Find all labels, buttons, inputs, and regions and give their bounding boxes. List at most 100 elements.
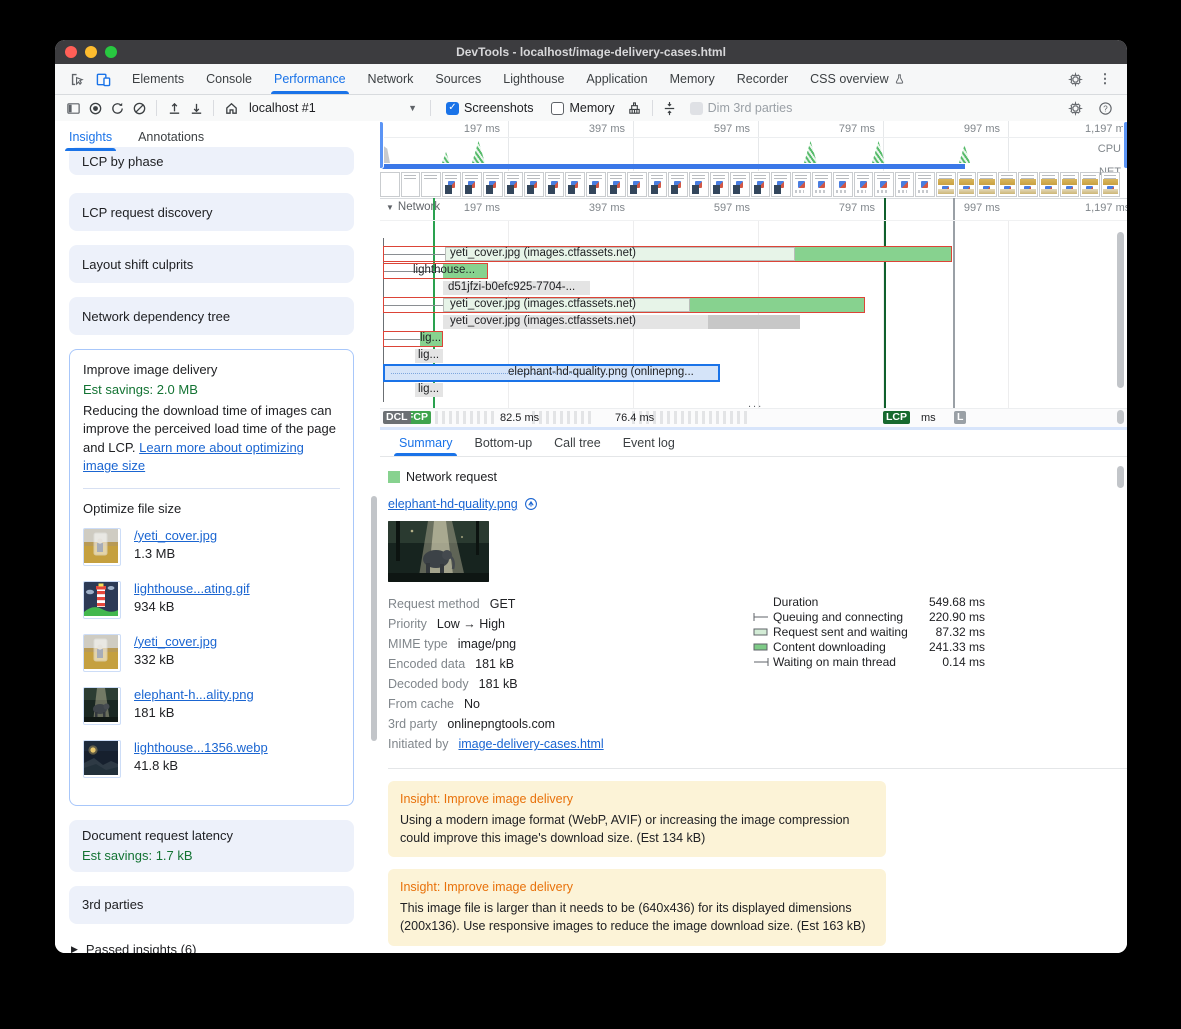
filmstrip-frame[interactable]: [401, 172, 421, 197]
help-icon[interactable]: ?: [1095, 98, 1115, 118]
network-track-title[interactable]: ▼Network: [386, 201, 440, 213]
file-link[interactable]: /yeti_cover.jpg: [134, 528, 217, 543]
record-icon[interactable]: [85, 98, 105, 118]
insight-card-improve-image-delivery[interactable]: Improve image delivery Est savings: 2.0 …: [69, 349, 354, 806]
filmstrip-frame[interactable]: [504, 172, 524, 197]
tab-network[interactable]: Network: [357, 64, 425, 94]
filmstrip-frame[interactable]: [462, 172, 482, 197]
filmstrip-frame[interactable]: [1060, 172, 1080, 197]
file-link[interactable]: elephant-h...ality.png: [134, 687, 254, 702]
filmstrip-frame[interactable]: [421, 172, 441, 197]
summary-scrollbar-thumb[interactable]: [1117, 466, 1124, 488]
dcl-badge[interactable]: DCL: [383, 411, 411, 424]
filmstrip-frame[interactable]: [751, 172, 771, 197]
capture-settings-gear-icon[interactable]: [1065, 98, 1085, 118]
filmstrip-frame[interactable]: [874, 172, 894, 197]
more-rows-indicator[interactable]: ...: [748, 398, 763, 410]
load-profile-icon[interactable]: [164, 98, 184, 118]
filmstrip-frame[interactable]: [586, 172, 606, 197]
collapse-tracks-icon[interactable]: [660, 98, 680, 118]
device-toolbar-icon[interactable]: [93, 69, 113, 89]
network-request-row[interactable]: lig...: [380, 348, 1127, 365]
load-badge[interactable]: L: [954, 411, 966, 424]
insight-card-document-request-latency[interactable]: Document request latency Est savings: 1.…: [69, 820, 354, 872]
settings-gear-icon[interactable]: [1065, 69, 1085, 89]
reload-record-icon[interactable]: [107, 98, 127, 118]
kebab-menu-icon[interactable]: ⋮: [1095, 69, 1115, 89]
timeline-overview[interactable]: 197 ms397 ms597 ms797 ms997 ms1,197 ms C…: [380, 121, 1127, 199]
request-file-link[interactable]: elephant-hd-quality.png: [388, 497, 518, 511]
network-request-row[interactable]: yeti_cover.jpg (images.ctfassets.net): [380, 297, 1127, 314]
tab-insights[interactable]: Insights: [69, 125, 112, 149]
network-request-row[interactable]: yeti_cover.jpg (images.ctfassets.net): [380, 314, 1127, 331]
filmstrip-frame[interactable]: [380, 172, 400, 197]
network-request-row[interactable]: lig...: [380, 382, 1127, 399]
insight-card-lcp-request-discovery[interactable]: LCP request discovery: [69, 193, 354, 231]
clear-icon[interactable]: [129, 98, 149, 118]
filmstrip-frame[interactable]: [442, 172, 462, 197]
filmstrip-frame[interactable]: [833, 172, 853, 197]
screenshots-checkbox[interactable]: ✓ Screenshots: [446, 101, 533, 115]
filmstrip-frame[interactable]: [689, 172, 709, 197]
filmstrip-frame[interactable]: [607, 172, 627, 197]
filmstrip-frame[interactable]: [1039, 172, 1059, 197]
reveal-request-icon[interactable]: [524, 497, 538, 511]
overview-right-handle[interactable]: [1124, 122, 1127, 168]
tab-application[interactable]: Application: [575, 64, 658, 94]
memory-checkbox[interactable]: Memory: [551, 101, 614, 115]
tab-bottom-up[interactable]: Bottom-up: [463, 430, 543, 456]
network-request-row[interactable]: d51jfzi-b0efc925-7704-...: [380, 280, 1127, 297]
filmstrip-frame[interactable]: [1080, 172, 1100, 197]
filmstrip-frame[interactable]: [792, 172, 812, 197]
filmstrip-frame[interactable]: [895, 172, 915, 197]
tab-annotations[interactable]: Annotations: [138, 125, 204, 149]
overview-left-handle[interactable]: [380, 122, 383, 168]
tab-call-tree[interactable]: Call tree: [543, 430, 612, 456]
lcp-badge[interactable]: LCP: [883, 411, 910, 424]
inspect-icon[interactable]: [67, 69, 87, 89]
filmstrip-frame[interactable]: [1101, 172, 1121, 197]
filmstrip-frame[interactable]: [936, 172, 956, 197]
filmstrip-frame[interactable]: [812, 172, 832, 197]
network-request-row[interactable]: lig...: [380, 331, 1127, 348]
toggle-sidebar-icon[interactable]: [63, 98, 83, 118]
tab-performance[interactable]: Performance: [263, 64, 357, 94]
insight-card-3rd-parties[interactable]: 3rd parties: [69, 886, 354, 924]
tab-recorder[interactable]: Recorder: [726, 64, 799, 94]
filmstrip-frame[interactable]: [771, 172, 791, 197]
tab-event-log[interactable]: Event log: [612, 430, 686, 456]
history-selector[interactable]: localhost #1 ▼: [243, 98, 423, 118]
insight-card-layout-shift-culprits[interactable]: Layout shift culprits: [69, 245, 354, 283]
network-request-row[interactable]: elephant-hd-quality.png (onlinepng...: [380, 365, 1127, 382]
filmstrip-frame[interactable]: [524, 172, 544, 197]
filmstrip-frame[interactable]: [710, 172, 730, 197]
tab-css-overview[interactable]: CSS overview: [799, 64, 916, 94]
tab-sources[interactable]: Sources: [424, 64, 492, 94]
insight-card-network-dependency-tree[interactable]: Network dependency tree: [69, 297, 354, 335]
filmstrip-frame[interactable]: [565, 172, 585, 197]
file-link[interactable]: lighthouse...1356.webp: [134, 740, 268, 755]
tab-console[interactable]: Console: [195, 64, 263, 94]
filmstrip-frame[interactable]: [730, 172, 750, 197]
filmstrip-frame[interactable]: [977, 172, 997, 197]
passed-insights-toggle[interactable]: ▶ Passed insights (6): [69, 938, 354, 953]
filmstrip-frame[interactable]: [854, 172, 874, 197]
network-request-row[interactable]: lighthouse...: [380, 263, 1127, 280]
garbage-collect-icon[interactable]: [625, 98, 645, 118]
save-profile-icon[interactable]: [186, 98, 206, 118]
file-link[interactable]: lighthouse...ating.gif: [134, 581, 250, 596]
tab-elements[interactable]: Elements: [121, 64, 195, 94]
tab-summary[interactable]: Summary: [388, 430, 463, 456]
detail-value-link[interactable]: image-delivery-cases.html: [458, 737, 603, 751]
home-icon[interactable]: [221, 98, 241, 118]
file-link[interactable]: /yeti_cover.jpg: [134, 634, 217, 649]
filmstrip-frame[interactable]: [1018, 172, 1038, 197]
tab-lighthouse[interactable]: Lighthouse: [492, 64, 575, 94]
filmstrip-frame[interactable]: [648, 172, 668, 197]
filmstrip-frame[interactable]: [915, 172, 935, 197]
filmstrip-frame[interactable]: [957, 172, 977, 197]
network-scrollbar-thumb[interactable]: [1117, 232, 1124, 388]
filmstrip-frame[interactable]: [483, 172, 503, 197]
insight-card-lcp-by-phase[interactable]: LCP by phase: [69, 147, 354, 175]
filmstrip-frame[interactable]: [668, 172, 688, 197]
